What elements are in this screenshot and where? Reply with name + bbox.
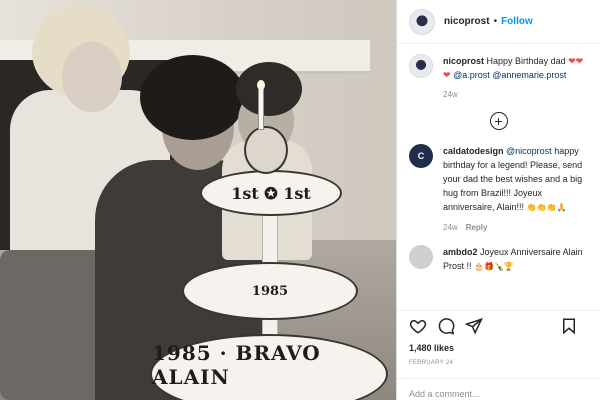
heart-icon[interactable] xyxy=(409,317,429,337)
post-side-panel: nicoprost • Follow nicoprost Happy Birth… xyxy=(397,0,600,400)
photo-man-hair xyxy=(140,55,245,140)
cake-top-tier: 1st ✪ 1st xyxy=(200,170,342,216)
comment-icon[interactable] xyxy=(437,317,457,337)
comment-avatar[interactable] xyxy=(409,245,433,269)
post-actions: 1,480 likes FEBRUARY 24 xyxy=(397,310,600,366)
reply-button[interactable]: Reply xyxy=(466,223,488,232)
post-header: nicoprost • Follow xyxy=(397,0,600,44)
caption-username[interactable]: nicoprost xyxy=(443,56,484,66)
follow-button[interactable]: Follow xyxy=(501,16,533,27)
header-username[interactable]: nicoprost xyxy=(444,16,490,27)
comment-emoji: 👏👏👏🙏 xyxy=(526,203,567,212)
comment-username[interactable]: caldatodesign xyxy=(443,146,504,156)
cake-topper xyxy=(244,126,288,174)
caption: nicoprost Happy Birthday dad ❤❤❤ @a.pros… xyxy=(409,54,588,102)
cake-bottom-text: 1985 · BRAVO ALAIN xyxy=(152,341,321,389)
comment-item: ambdo2 Joyeux Anniversaire Alain Prost !… xyxy=(409,245,588,274)
photo-woman-face xyxy=(62,42,122,112)
candle-flame xyxy=(257,80,265,90)
plus-icon: + xyxy=(494,113,503,129)
caption-meta: 24w xyxy=(443,88,588,102)
caption-text: Happy Birthday dad xyxy=(486,56,566,66)
load-more-comments-button[interactable]: + xyxy=(489,112,508,130)
cake-top-text: 1st ✪ 1st xyxy=(231,183,311,203)
header-separator: • xyxy=(493,16,498,27)
comment-text-block: caldatodesign @nicoprost happy birthday … xyxy=(443,144,588,235)
add-comment-bar xyxy=(397,378,600,400)
candle xyxy=(258,88,264,130)
likes-count[interactable]: 1,480 likes xyxy=(409,343,588,353)
photo-boy-hair xyxy=(236,62,302,116)
add-comment-input[interactable] xyxy=(409,389,588,399)
caption-text-block: nicoprost Happy Birthday dad ❤❤❤ @a.pros… xyxy=(443,54,588,102)
caption-mention-annemarie[interactable]: @annemarie.prost xyxy=(492,70,566,80)
comment-avatar-text: C xyxy=(417,151,425,161)
comment-meta: 24w Reply xyxy=(443,221,588,235)
bookmark-icon[interactable] xyxy=(560,317,580,337)
instagram-post: 1985 · BRAVO ALAIN 1985 1st ✪ 1st nicopr… xyxy=(0,0,600,400)
comments-list: nicoprost Happy Birthday dad ❤❤❤ @a.pros… xyxy=(397,44,600,274)
caption-avatar[interactable] xyxy=(409,54,433,78)
action-icons xyxy=(409,317,588,337)
send-icon[interactable] xyxy=(464,317,485,337)
comment-username[interactable]: ambdo2 xyxy=(443,247,478,257)
post-date: FEBRUARY 24 xyxy=(409,360,454,366)
comment-time[interactable]: 24w xyxy=(443,223,458,232)
comment-avatar[interactable]: C xyxy=(409,144,433,168)
cake-bottom-tier: 1985 · BRAVO ALAIN xyxy=(150,334,388,400)
caption-time[interactable]: 24w xyxy=(443,90,458,99)
comment-mention[interactable]: @nicoprost xyxy=(506,146,552,156)
post-photo[interactable]: 1985 · BRAVO ALAIN 1985 1st ✪ 1st xyxy=(0,0,397,400)
avatar[interactable] xyxy=(409,8,435,35)
comment-text-block: ambdo2 Joyeux Anniversaire Alain Prost !… xyxy=(443,245,588,274)
cake-middle-text: 1985 xyxy=(251,283,289,299)
comment-emoji: 🎂🎁🍾🏆 xyxy=(474,262,514,271)
caption-mention-aprost[interactable]: @a.prost xyxy=(453,70,490,80)
comment-item: C caldatodesign @nicoprost happy birthda… xyxy=(409,144,588,235)
cake-middle-tier: 1985 xyxy=(182,262,358,320)
